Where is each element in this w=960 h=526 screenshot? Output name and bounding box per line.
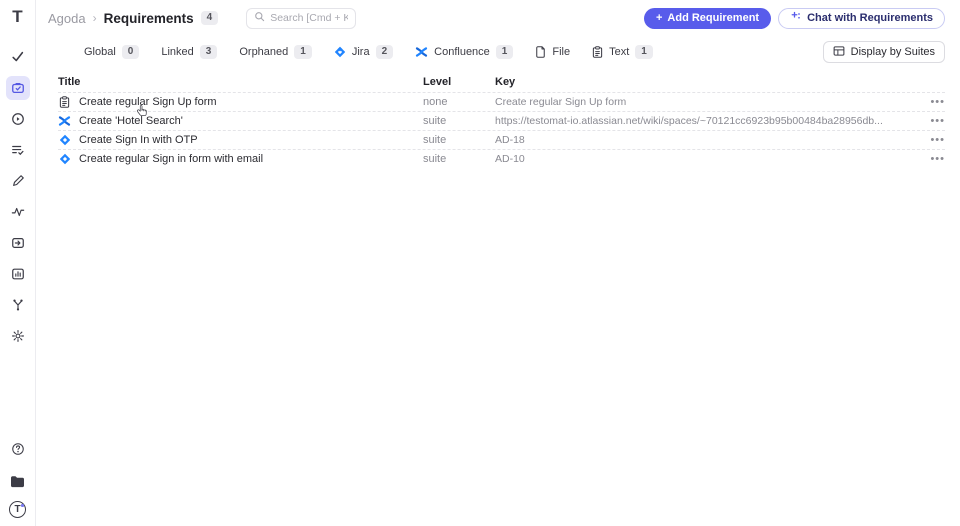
requirement-level: suite [423,153,447,165]
sidebar-item-settings[interactable] [6,324,30,348]
main-area: Agoda › Requirements 4 + Add Requirement [36,0,960,526]
help-icon [11,442,25,456]
breadcrumb: Agoda › Requirements 4 [48,10,219,26]
requirement-title[interactable]: Create Sign In with OTP [79,134,198,146]
activity-icon [11,205,25,219]
table-row[interactable]: Create regular Sign in form with email s… [58,149,945,168]
filter-file[interactable]: File [535,46,570,58]
add-requirement-button[interactable]: + Add Requirement [643,7,772,29]
chat-with-requirements-button[interactable]: Chat with Requirements [778,7,945,29]
breadcrumb-project[interactable]: Agoda [48,11,86,26]
filter-chips: Global 0 Linked 3 Orphaned 1 Jira 2 Conf… [84,45,653,59]
branch-icon [11,298,25,312]
requirement-key: https://testomat-io.atlassian.net/wiki/s… [495,115,883,127]
sidebar-nav [5,45,30,348]
gear-icon [11,329,25,343]
filter-jira-count: 2 [375,45,394,59]
sidebar-item-runs[interactable] [6,107,30,131]
row-menu-button[interactable]: ••• [919,96,945,108]
filter-text-count: 1 [635,45,653,59]
requirement-key: AD-18 [495,134,525,146]
row-menu-button[interactable]: ••• [919,153,945,165]
sidebar-item-requirements[interactable] [5,76,30,100]
search-icon [254,9,265,27]
requirement-level: suite [423,134,447,146]
breadcrumb-separator: › [92,11,97,25]
requirements-count-badge: 4 [200,11,219,25]
account-avatar[interactable]: T [9,501,26,518]
table-row[interactable]: Create 'Hotel Search' suite https://test… [58,111,945,130]
folder-icon [10,475,25,488]
filter-linked-count: 3 [199,45,218,59]
requirement-title[interactable]: Create regular Sign in form with email [79,153,263,165]
column-header-key: Key [495,76,516,88]
filter-confluence[interactable]: Confluence 1 [415,45,514,59]
projects-button[interactable] [6,469,30,493]
sidebar-item-plans[interactable] [6,138,30,162]
table-layout-icon [833,45,845,60]
row-menu-button[interactable]: ••• [919,115,945,127]
filter-confluence-count: 1 [495,45,514,59]
list-check-icon [11,143,25,157]
app-window: T T Agoda › Requirements 4 Search [Cmd +… [0,0,960,526]
requirement-key: Create regular Sign Up form [495,96,627,108]
file-icon [535,46,546,58]
requirement-level: none [423,96,448,108]
requirement-title[interactable]: Create 'Hotel Search' [79,115,183,127]
search-input[interactable] [270,12,349,24]
play-circle-icon [11,112,25,126]
sidebar-item-analytics[interactable] [6,262,30,286]
requirement-key: AD-10 [495,153,525,165]
sidebar-item-draft[interactable] [6,169,30,193]
sidebar-item-tests[interactable] [6,45,30,69]
topbar: Agoda › Requirements 4 + Add Requirement [36,0,960,36]
search-box[interactable] [246,7,357,29]
table-header-row: Title Level Key [58,72,945,92]
filter-global[interactable]: Global 0 [84,45,140,59]
app-logo[interactable]: T [12,7,22,29]
sidebar-item-branches[interactable] [6,293,30,317]
plus-icon: + [655,12,663,24]
text-clipboard-icon [592,46,603,58]
column-header-title: Title [58,76,81,88]
help-button[interactable] [6,437,30,461]
filter-text[interactable]: Text 1 [592,45,653,59]
filter-bar: Global 0 Linked 3 Orphaned 1 Jira 2 Conf… [36,40,960,64]
box-arrow-icon [11,236,25,250]
column-header-level: Level [423,76,452,88]
filter-orphaned-count: 1 [294,45,312,59]
filter-orphaned[interactable]: Orphaned 1 [239,45,312,59]
requirement-level: suite [423,115,447,127]
clipboard-check-icon [11,81,25,95]
requirements-table: Title Level Key Create regular Sign Up f… [58,72,945,168]
check-icon [11,50,25,64]
jira-icon [334,46,346,58]
top-actions: + Add Requirement Chat with Requirements [643,7,945,29]
filter-global-count: 0 [121,45,140,59]
confluence-icon [58,115,71,127]
pencil-icon [11,174,25,188]
sidebar-bottom: T [6,437,30,518]
jira-icon [58,134,71,146]
page-title: Requirements [103,10,194,26]
sidebar-item-pulse[interactable] [6,200,30,224]
display-by-suites-button[interactable]: Display by Suites [822,41,945,63]
table-row[interactable]: Create regular Sign Up form none Create … [58,92,945,111]
row-menu-button[interactable]: ••• [919,134,945,146]
sidebar-item-import[interactable] [6,231,30,255]
filter-jira[interactable]: Jira 2 [334,45,394,59]
filter-linked[interactable]: Linked 3 [161,45,218,59]
confluence-icon [415,46,428,58]
table-row[interactable]: Create Sign In with OTP suite AD-18 ••• [58,130,945,149]
sidebar: T T [0,0,36,526]
avatar-t-logo: T [14,504,21,515]
text-clipboard-icon [58,96,71,108]
jira-icon [58,153,71,165]
chart-box-icon [11,267,25,281]
sparkles-icon [790,11,802,26]
requirement-title[interactable]: Create regular Sign Up form [79,96,217,108]
